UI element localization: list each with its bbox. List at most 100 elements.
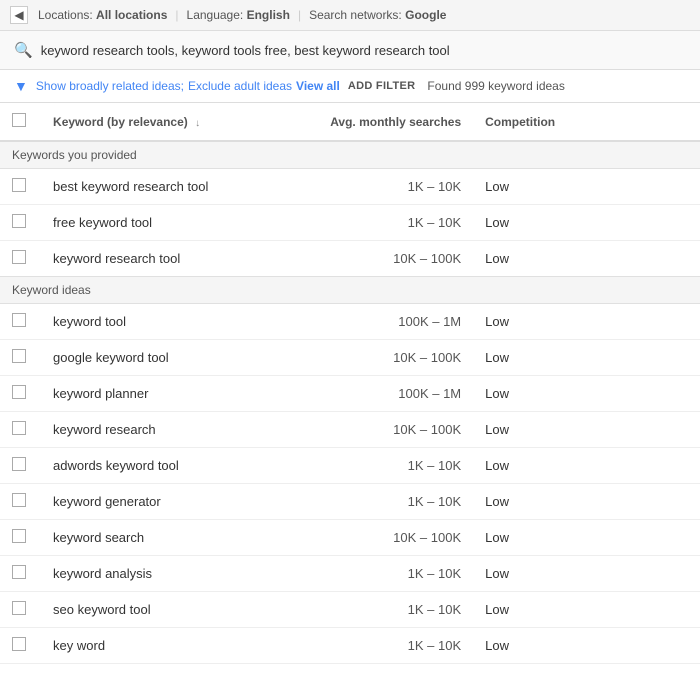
section-header-row: Keywords you provided bbox=[0, 141, 700, 169]
competition-cell: Low bbox=[473, 304, 613, 340]
exclude-adult-link[interactable]: Exclude adult ideas bbox=[188, 79, 292, 93]
competition-cell: Low bbox=[473, 241, 613, 277]
row-checkbox[interactable] bbox=[12, 178, 26, 192]
row-checkbox[interactable] bbox=[12, 565, 26, 579]
avg-monthly-cell: 10K – 100K bbox=[300, 241, 473, 277]
table-row: google keyword tool 10K – 100K Low bbox=[0, 340, 700, 376]
row-checkbox[interactable] bbox=[12, 214, 26, 228]
extra-cell bbox=[614, 304, 700, 340]
avg-monthly-cell: 10K – 100K bbox=[300, 412, 473, 448]
avg-monthly-cell: 100K – 1M bbox=[300, 304, 473, 340]
found-count: Found 999 keyword ideas bbox=[427, 79, 564, 93]
show-broadly-link[interactable]: Show broadly related ideas; bbox=[36, 79, 184, 93]
language-label: Language: bbox=[187, 8, 244, 22]
extra-cell bbox=[614, 205, 700, 241]
filter-icon: ▼ bbox=[14, 78, 28, 94]
section-title: Keyword ideas bbox=[0, 277, 700, 304]
table-row: keyword tool 100K – 1M Low bbox=[0, 304, 700, 340]
row-checkbox-cell[interactable] bbox=[0, 304, 41, 340]
row-checkbox-cell[interactable] bbox=[0, 484, 41, 520]
keyword-cell: free keyword tool bbox=[41, 205, 300, 241]
row-checkbox[interactable] bbox=[12, 493, 26, 507]
row-checkbox-cell[interactable] bbox=[0, 628, 41, 664]
back-button[interactable]: ◀ bbox=[10, 6, 28, 24]
keyword-cell: key word bbox=[41, 628, 300, 664]
row-checkbox-cell[interactable] bbox=[0, 520, 41, 556]
row-checkbox[interactable] bbox=[12, 313, 26, 327]
avg-monthly-cell: 1K – 10K bbox=[300, 448, 473, 484]
table-row: best keyword research tool 1K – 10K Low bbox=[0, 169, 700, 205]
row-checkbox-cell[interactable] bbox=[0, 412, 41, 448]
row-checkbox[interactable] bbox=[12, 349, 26, 363]
avg-monthly-cell: 1K – 10K bbox=[300, 205, 473, 241]
section-header-row: Keyword ideas bbox=[0, 277, 700, 304]
row-checkbox[interactable] bbox=[12, 529, 26, 543]
competition-cell: Low bbox=[473, 556, 613, 592]
extra-cell bbox=[614, 556, 700, 592]
add-filter-button[interactable]: ADD FILTER bbox=[348, 80, 416, 92]
table-row: keyword research 10K – 100K Low bbox=[0, 412, 700, 448]
table-row: keyword analysis 1K – 10K Low bbox=[0, 556, 700, 592]
row-checkbox-cell[interactable] bbox=[0, 340, 41, 376]
competition-cell: Low bbox=[473, 205, 613, 241]
avg-monthly-cell: 1K – 10K bbox=[300, 169, 473, 205]
table-row: keyword planner 100K – 1M Low bbox=[0, 376, 700, 412]
separator1: | bbox=[175, 8, 178, 22]
competition-cell: Low bbox=[473, 340, 613, 376]
row-checkbox[interactable] bbox=[12, 457, 26, 471]
keyword-cell: seo keyword tool bbox=[41, 592, 300, 628]
avg-monthly-cell: 1K – 10K bbox=[300, 592, 473, 628]
competition-cell: Low bbox=[473, 376, 613, 412]
separator2: | bbox=[298, 8, 301, 22]
locations-label: Locations: bbox=[38, 8, 93, 22]
competition-column-header: Competition bbox=[473, 103, 613, 141]
row-checkbox-cell[interactable] bbox=[0, 205, 41, 241]
competition-cell: Low bbox=[473, 484, 613, 520]
keyword-cell: keyword analysis bbox=[41, 556, 300, 592]
search-bar: 🔍 bbox=[0, 31, 700, 70]
search-input[interactable] bbox=[41, 43, 686, 58]
view-all-link[interactable]: View all bbox=[296, 79, 340, 93]
select-all-header[interactable] bbox=[0, 103, 41, 141]
row-checkbox-cell[interactable] bbox=[0, 592, 41, 628]
competition-cell: Low bbox=[473, 520, 613, 556]
table-row: adwords keyword tool 1K – 10K Low bbox=[0, 448, 700, 484]
row-checkbox-cell[interactable] bbox=[0, 241, 41, 277]
row-checkbox-cell[interactable] bbox=[0, 169, 41, 205]
keyword-column-header[interactable]: Keyword (by relevance) ↓ bbox=[41, 103, 300, 141]
keyword-table: Keyword (by relevance) ↓ Avg. monthly se… bbox=[0, 103, 700, 664]
extra-cell bbox=[614, 592, 700, 628]
sort-arrow-icon: ↓ bbox=[195, 118, 200, 129]
keyword-table-container: Keyword (by relevance) ↓ Avg. monthly se… bbox=[0, 103, 700, 664]
row-checkbox-cell[interactable] bbox=[0, 556, 41, 592]
row-checkbox[interactable] bbox=[12, 250, 26, 264]
keyword-cell: keyword generator bbox=[41, 484, 300, 520]
search-networks-value: Google bbox=[405, 8, 446, 22]
table-body: Keywords you provided best keyword resea… bbox=[0, 141, 700, 664]
keyword-cell: keyword planner bbox=[41, 376, 300, 412]
row-checkbox[interactable] bbox=[12, 601, 26, 615]
competition-cell: Low bbox=[473, 592, 613, 628]
extra-cell bbox=[614, 448, 700, 484]
table-row: free keyword tool 1K – 10K Low bbox=[0, 205, 700, 241]
extra-cell bbox=[614, 376, 700, 412]
keyword-cell: keyword research bbox=[41, 412, 300, 448]
top-bar: ◀ Locations: All locations | Language: E… bbox=[0, 0, 700, 31]
avg-monthly-cell: 1K – 10K bbox=[300, 628, 473, 664]
row-checkbox-cell[interactable] bbox=[0, 448, 41, 484]
avg-monthly-cell: 10K – 100K bbox=[300, 520, 473, 556]
row-checkbox[interactable] bbox=[12, 421, 26, 435]
select-all-checkbox[interactable] bbox=[12, 113, 26, 127]
table-header-row: Keyword (by relevance) ↓ Avg. monthly se… bbox=[0, 103, 700, 141]
row-checkbox-cell[interactable] bbox=[0, 376, 41, 412]
search-icon: 🔍 bbox=[14, 41, 33, 59]
row-checkbox[interactable] bbox=[12, 385, 26, 399]
table-row: key word 1K – 10K Low bbox=[0, 628, 700, 664]
table-row: seo keyword tool 1K – 10K Low bbox=[0, 592, 700, 628]
competition-cell: Low bbox=[473, 628, 613, 664]
extra-cell bbox=[614, 241, 700, 277]
keyword-cell: best keyword research tool bbox=[41, 169, 300, 205]
avg-monthly-cell: 100K – 1M bbox=[300, 376, 473, 412]
row-checkbox[interactable] bbox=[12, 637, 26, 651]
keyword-cell: keyword research tool bbox=[41, 241, 300, 277]
